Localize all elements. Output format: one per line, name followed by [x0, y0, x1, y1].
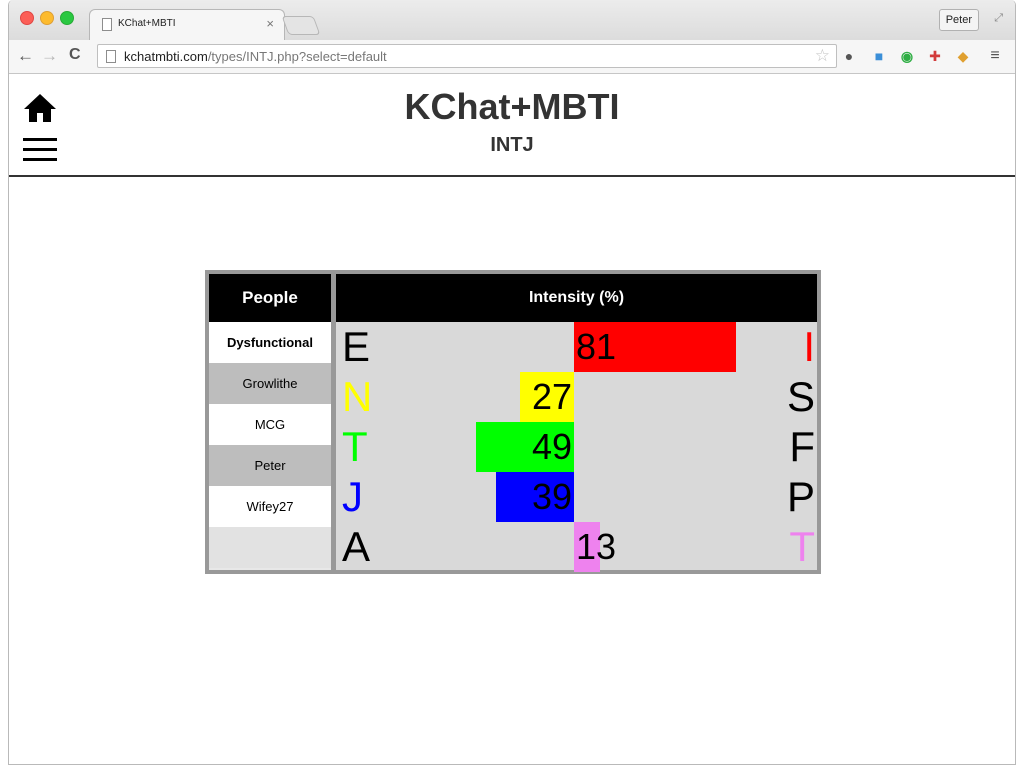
intensity-value: 81	[576, 326, 617, 367]
close-window-button[interactable]	[20, 11, 34, 25]
browser-toolbar: ← → C kchatmbti.com/types/INTJ.php?selec…	[9, 40, 1015, 74]
intensity-header: Intensity (%)	[336, 274, 817, 322]
tab-close-icon[interactable]: ×	[266, 16, 274, 31]
person-wifey27[interactable]: Wifey27	[209, 486, 331, 527]
url-text[interactable]: kchatmbti.com/types/INTJ.php?select=defa…	[124, 49, 387, 64]
page-icon	[106, 50, 116, 63]
intensity-column: Intensity (%) 81 E I 27 N S 49 T F 39 J P 13 A T	[336, 274, 817, 572]
fullscreen-icon[interactable]: ⤢	[994, 12, 1003, 25]
dimension-row: 81 E I	[336, 322, 817, 372]
people-header: People	[209, 274, 331, 322]
people-column: People Dysfunctional Growlithe MCG Peter…	[209, 274, 331, 570]
page-title: KChat+MBTI	[404, 86, 620, 127]
browser-tab[interactable]: KChat+MBTI ×	[89, 9, 285, 40]
tab-title: KChat+MBTI	[118, 18, 176, 29]
extension-badge-icon[interactable]: ■	[871, 48, 887, 64]
zoom-window-button[interactable]	[60, 11, 74, 25]
profile-button[interactable]: Peter	[938, 9, 979, 31]
person-peter[interactable]: Peter	[209, 445, 331, 486]
title-bar: KChat+MBTI × Peter ⤢	[9, 0, 1015, 40]
orange-extension-icon[interactable]: ◆	[955, 48, 971, 64]
right-trait-letter: S	[786, 373, 815, 420]
intensity-value: 27	[531, 376, 572, 417]
red-extension-icon[interactable]: ✚	[927, 48, 943, 64]
evernote-extension-icon[interactable]: ●	[841, 48, 857, 64]
intensity-rows: 81 E I 27 N S 49 T F 39 J P 13 A T	[336, 322, 817, 572]
page-icon	[102, 18, 112, 31]
bookmark-star-icon[interactable]: ☆	[815, 46, 830, 66]
reload-button[interactable]: C	[69, 46, 81, 64]
intensity-value: 39	[531, 476, 572, 517]
right-trait-letter: P	[786, 473, 815, 520]
url-domain: kchatmbti.com	[124, 49, 208, 64]
intensity-value: 49	[531, 426, 572, 467]
left-trait-letter: E	[342, 323, 371, 370]
left-trait-letter: N	[342, 373, 373, 420]
url-path: /types/INTJ.php?select=default	[207, 49, 387, 64]
dimension-row: 27 N S	[336, 372, 817, 422]
dimension-row: 49 T F	[336, 422, 817, 472]
browser-menu-icon[interactable]: ≡	[987, 48, 1003, 64]
right-trait-letter: T	[789, 523, 815, 570]
new-tab-button[interactable]	[281, 16, 321, 35]
intensity-value: 13	[576, 526, 617, 567]
page-content: KChat+MBTI INTJ People Dysfunctional Gro…	[9, 74, 1015, 764]
address-bar[interactable]: kchatmbti.com/types/INTJ.php?select=defa…	[97, 44, 837, 68]
empty-person-row	[209, 527, 331, 568]
minimize-window-button[interactable]	[40, 11, 54, 25]
dimension-row: 13 A T	[336, 522, 817, 572]
right-trait-letter: I	[803, 323, 815, 370]
browser-window: KChat+MBTI × Peter ⤢ ← → C kchatmbti.com…	[8, 0, 1016, 765]
site-header: KChat+MBTI INTJ	[9, 74, 1015, 177]
right-trait-letter: F	[789, 423, 815, 470]
left-trait-letter: T	[342, 423, 368, 470]
left-trait-letter: A	[342, 523, 371, 570]
back-button[interactable]: ←	[17, 46, 34, 66]
person-dysfunctional[interactable]: Dysfunctional	[209, 322, 331, 363]
page-subtitle: INTJ	[490, 134, 534, 156]
person-mcg[interactable]: MCG	[209, 404, 331, 445]
left-trait-letter: J	[342, 473, 363, 520]
green-circle-extension-icon[interactable]: ◉	[899, 48, 915, 64]
forward-button[interactable]: →	[41, 46, 58, 66]
person-growlithe[interactable]: Growlithe	[209, 363, 331, 404]
dimension-row: 39 J P	[336, 472, 817, 522]
mbti-table: People Dysfunctional Growlithe MCG Peter…	[205, 270, 821, 574]
